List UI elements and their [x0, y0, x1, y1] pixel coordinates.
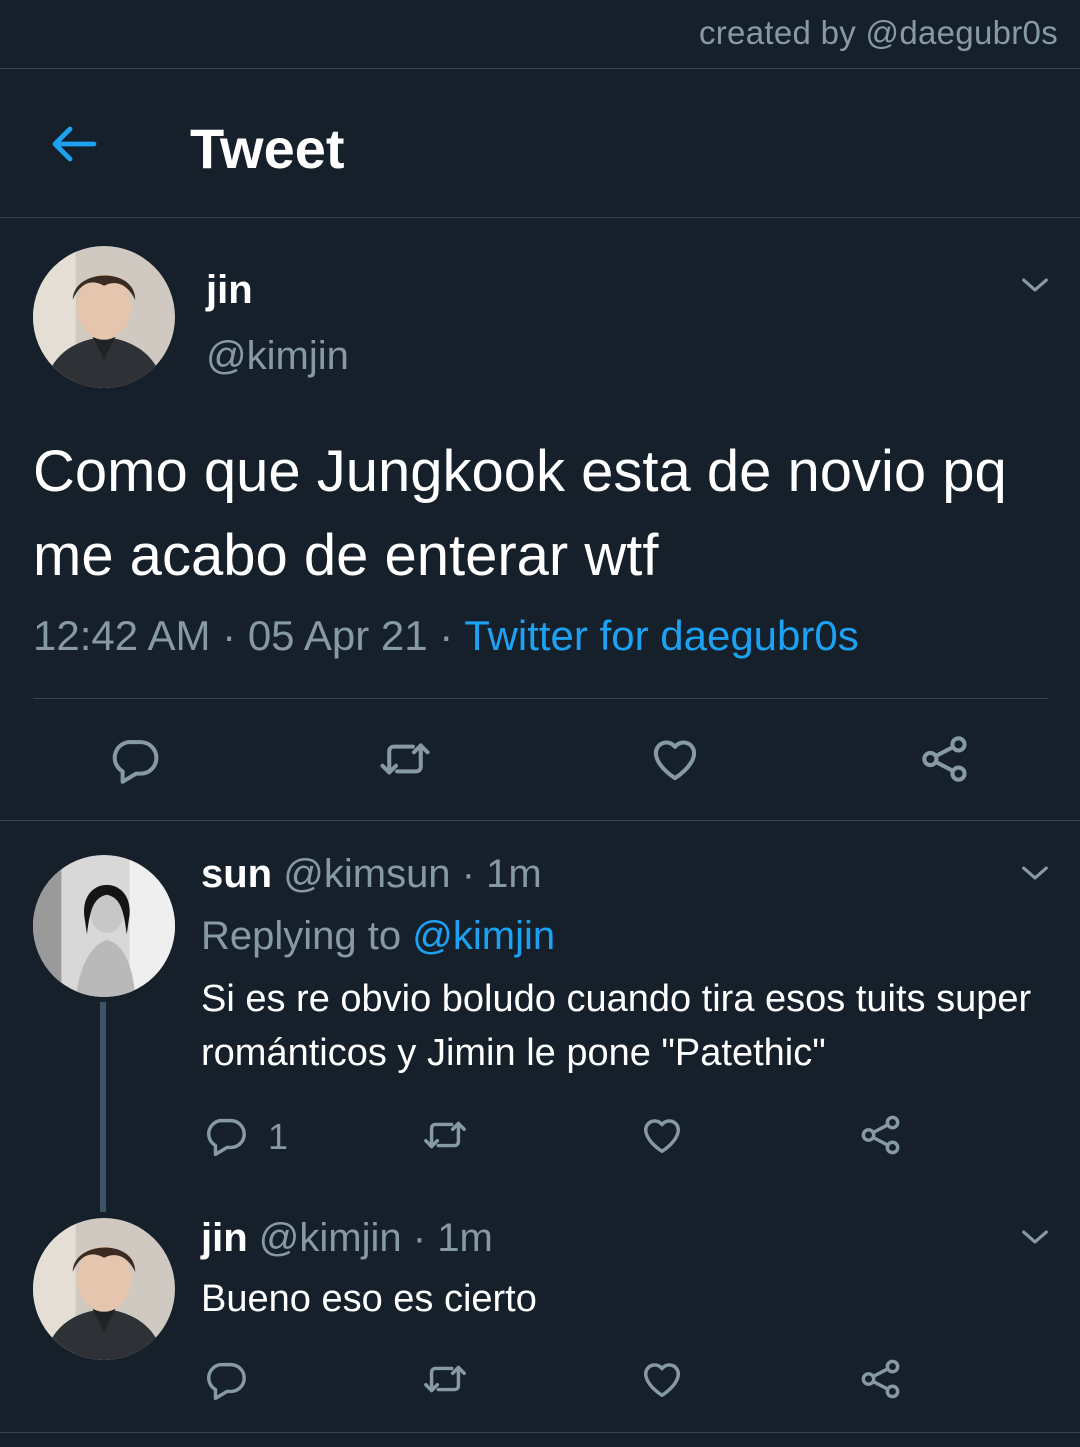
- header-divider: [0, 217, 1080, 218]
- tweet-time: 12:42 AM: [33, 612, 211, 659]
- avatar-image: [33, 855, 175, 997]
- reply-text: Si es re obvio boludo cuando tira esos t…: [201, 978, 1032, 1074]
- creator-credit: created by @daegubr0s: [698, 14, 1058, 51]
- avatar[interactable]: [33, 246, 175, 388]
- author-handle[interactable]: @kimjin: [259, 1216, 402, 1260]
- author-handle[interactable]: @kimjin: [206, 334, 349, 379]
- author-handle[interactable]: @kimsun: [283, 852, 450, 896]
- reply-header: sun @kimsun · 1m: [201, 852, 542, 897]
- reply-button[interactable]: [203, 1356, 249, 1402]
- avatar-image: [33, 1218, 175, 1360]
- retweet-icon: [420, 1356, 470, 1402]
- bottom-divider: [0, 1432, 1080, 1433]
- share-icon: [918, 732, 972, 786]
- avatar[interactable]: [33, 1218, 175, 1360]
- like-button[interactable]: [648, 732, 702, 786]
- author-name[interactable]: sun: [201, 852, 272, 896]
- reply-time: 1m: [437, 1216, 493, 1260]
- reply-header: jin @kimjin · 1m: [201, 1216, 493, 1261]
- chevron-down-icon[interactable]: [1018, 1220, 1052, 1254]
- retweet-button[interactable]: [420, 1112, 470, 1158]
- tweet-source-link[interactable]: Twitter for daegubr0s: [464, 612, 859, 659]
- replying-to: Replying to @kimjin: [201, 914, 555, 959]
- tweet-meta: 12:42 AM · 05 Apr 21 · Twitter for daegu…: [33, 612, 859, 660]
- share-button[interactable]: [858, 1112, 904, 1158]
- thread-line: [100, 1002, 106, 1212]
- reply-icon: [203, 1112, 249, 1158]
- retweet-button[interactable]: [420, 1356, 470, 1402]
- share-button[interactable]: [858, 1356, 904, 1402]
- tweet-date: 05 Apr 21: [247, 612, 428, 659]
- tweet-text: Como que Jungkook esta de novio pq me ac…: [33, 439, 1007, 588]
- share-button[interactable]: [918, 732, 972, 786]
- reply-icon: [203, 1356, 249, 1402]
- like-icon: [639, 1356, 685, 1402]
- author-name[interactable]: jin: [201, 1216, 248, 1260]
- retweet-button[interactable]: [376, 732, 434, 786]
- author-name[interactable]: jin: [206, 268, 253, 313]
- back-arrow-icon[interactable]: [48, 120, 100, 168]
- top-divider: [0, 68, 1080, 69]
- main-tweet-divider: [0, 820, 1080, 821]
- reply-count: 1: [268, 1116, 289, 1157]
- avatar-image: [33, 246, 175, 388]
- replying-to-label: Replying to: [201, 914, 402, 958]
- meta-separator: ·: [461, 852, 476, 896]
- like-button[interactable]: [639, 1112, 685, 1158]
- meta-separator: ·: [439, 612, 454, 659]
- retweet-icon: [420, 1112, 470, 1158]
- like-icon: [648, 732, 702, 786]
- like-button[interactable]: [639, 1356, 685, 1402]
- chevron-down-icon[interactable]: [1018, 268, 1052, 302]
- meta-separator: ·: [222, 612, 237, 659]
- reply-button[interactable]: [108, 732, 162, 786]
- reply-icon: [108, 732, 162, 786]
- tweet-divider: [33, 698, 1048, 699]
- reply-time: 1m: [486, 852, 542, 896]
- app-header: Tweet: [0, 70, 1080, 217]
- share-icon: [858, 1112, 904, 1158]
- reply-text: Bueno eso es cierto: [201, 1278, 537, 1320]
- avatar[interactable]: [33, 855, 175, 997]
- replying-to-link[interactable]: @kimjin: [412, 914, 555, 958]
- share-icon: [858, 1356, 904, 1402]
- meta-separator: ·: [412, 1216, 427, 1260]
- like-icon: [639, 1112, 685, 1158]
- chevron-down-icon[interactable]: [1018, 856, 1052, 890]
- retweet-icon: [376, 732, 434, 786]
- page-title: Tweet: [190, 117, 345, 180]
- reply-button[interactable]: [203, 1112, 249, 1158]
